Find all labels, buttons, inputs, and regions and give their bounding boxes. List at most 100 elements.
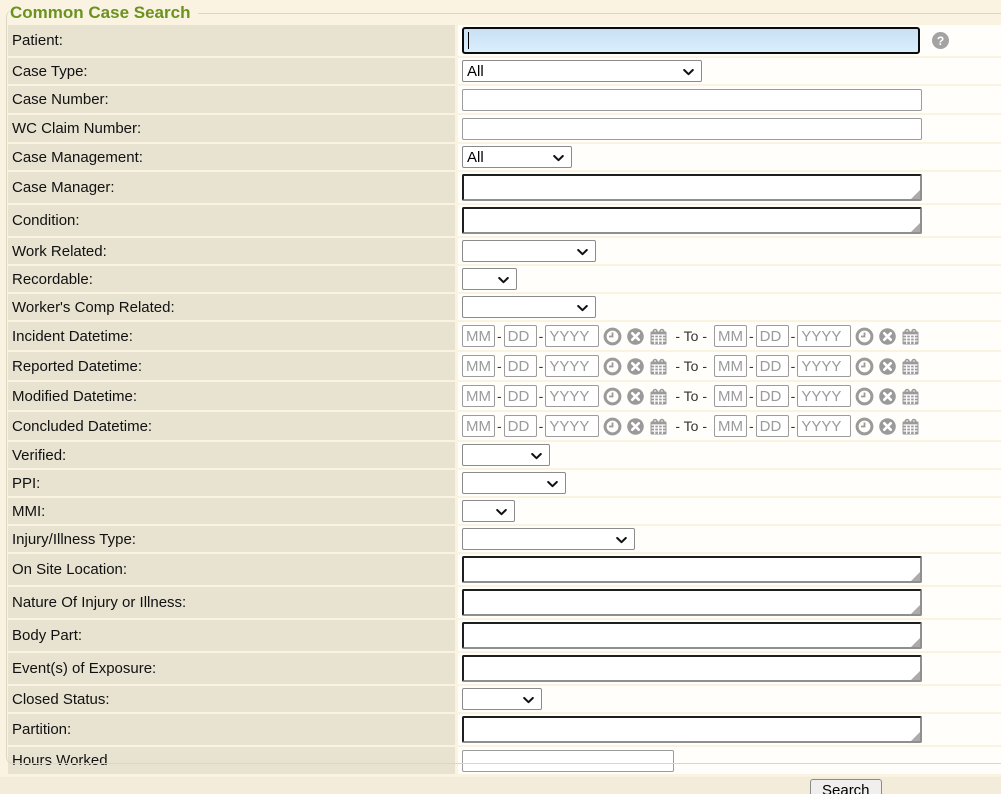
- case-type-select[interactable]: All: [462, 60, 702, 82]
- clear-icon[interactable]: [878, 327, 897, 346]
- nature-of-injury-or-illness-textarea[interactable]: [462, 589, 922, 616]
- wc-claim-number-input[interactable]: [462, 118, 922, 140]
- date-separator: -: [539, 418, 544, 434]
- clear-icon[interactable]: [626, 417, 645, 436]
- field-label-case-management: Case Management:: [8, 144, 455, 170]
- reported-datetime-to-year-input[interactable]: [797, 355, 851, 377]
- incident-datetime-to-year-input[interactable]: [797, 325, 851, 347]
- reported-datetime-to-month-input[interactable]: [714, 355, 747, 377]
- concluded-datetime-to-year-input[interactable]: [797, 415, 851, 437]
- field-control-partition: [458, 714, 1001, 745]
- search-button[interactable]: Search: [810, 779, 882, 794]
- field-control-wc-claim-number: [458, 115, 1001, 142]
- body-part-textarea[interactable]: [462, 622, 922, 649]
- event-s-of-exposure-textarea[interactable]: [462, 655, 922, 682]
- concluded-datetime-from-year-input[interactable]: [545, 415, 599, 437]
- clear-icon[interactable]: [878, 387, 897, 406]
- form-row-reported-datetime: Reported Datetime:--- To ---: [8, 352, 1001, 380]
- time-icon[interactable]: [855, 357, 874, 376]
- partition-textarea[interactable]: [462, 716, 922, 743]
- incident-datetime-to-day-input[interactable]: [756, 325, 789, 347]
- date-separator: -: [539, 388, 544, 404]
- clear-icon[interactable]: [626, 387, 645, 406]
- time-icon[interactable]: [855, 387, 874, 406]
- common-case-search-panel: Common Case Search Patient:?Case Type:Al…: [0, 0, 1001, 792]
- field-label-case-manager: Case Manager:: [8, 172, 455, 203]
- field-control-hours-worked: [458, 747, 1001, 774]
- page-title: Common Case Search: [10, 3, 198, 23]
- date-separator: -: [497, 358, 502, 374]
- calendar-icon[interactable]: [649, 417, 668, 436]
- closed-status-select[interactable]: [462, 688, 542, 710]
- field-label-incident-datetime: Incident Datetime:: [8, 322, 455, 350]
- form-row-concluded-datetime: Concluded Datetime:--- To ---: [8, 412, 1001, 440]
- case-number-input[interactable]: [462, 89, 922, 111]
- field-control-case-manager: [458, 172, 1001, 203]
- field-label-condition: Condition:: [8, 205, 455, 236]
- incident-datetime-to-month-input[interactable]: [714, 325, 747, 347]
- concluded-datetime-from-day-input[interactable]: [504, 415, 537, 437]
- field-label-injury-illness-type: Injury/Illness Type:: [8, 526, 455, 552]
- concluded-datetime-to-month-input[interactable]: [714, 415, 747, 437]
- reported-datetime-from-day-input[interactable]: [504, 355, 537, 377]
- modified-datetime-to-year-input[interactable]: [797, 385, 851, 407]
- clear-icon[interactable]: [626, 327, 645, 346]
- incident-datetime-from-month-input[interactable]: [462, 325, 495, 347]
- incident-datetime-range: --- To ---: [462, 325, 920, 347]
- time-icon[interactable]: [603, 327, 622, 346]
- calendar-icon[interactable]: [901, 357, 920, 376]
- calendar-icon[interactable]: [649, 357, 668, 376]
- field-label-case-type: Case Type:: [8, 58, 455, 84]
- hours-worked-input[interactable]: [462, 750, 674, 772]
- recordable-select[interactable]: [462, 268, 517, 290]
- patient-input[interactable]: [462, 27, 920, 54]
- case-manager-textarea[interactable]: [462, 174, 922, 201]
- modified-datetime-from-month-input[interactable]: [462, 385, 495, 407]
- ppi-select[interactable]: [462, 472, 566, 494]
- clear-icon[interactable]: [878, 417, 897, 436]
- reported-datetime-from-month-input[interactable]: [462, 355, 495, 377]
- date-separator: -: [791, 328, 796, 344]
- incident-datetime-from-year-input[interactable]: [545, 325, 599, 347]
- modified-datetime-to-month-input[interactable]: [714, 385, 747, 407]
- work-related-select[interactable]: [462, 240, 596, 262]
- field-control-body-part: [458, 620, 1001, 651]
- form-row-closed-status: Closed Status:: [8, 686, 1001, 712]
- modified-datetime-to-day-input[interactable]: [756, 385, 789, 407]
- case-management-select[interactable]: All: [462, 146, 572, 168]
- date-separator: -: [497, 328, 502, 344]
- calendar-icon[interactable]: [649, 327, 668, 346]
- reported-datetime-from-year-input[interactable]: [545, 355, 599, 377]
- mmi-select[interactable]: [462, 500, 515, 522]
- modified-datetime-from-day-input[interactable]: [504, 385, 537, 407]
- calendar-icon[interactable]: [901, 387, 920, 406]
- text-caret: [468, 32, 469, 49]
- help-icon[interactable]: ?: [932, 32, 949, 49]
- clear-icon[interactable]: [626, 357, 645, 376]
- verified-select[interactable]: [462, 444, 550, 466]
- field-control-closed-status: [458, 686, 1001, 712]
- time-icon[interactable]: [603, 417, 622, 436]
- calendar-icon[interactable]: [901, 327, 920, 346]
- calendar-icon[interactable]: [901, 417, 920, 436]
- concluded-datetime-from-month-input[interactable]: [462, 415, 495, 437]
- form-row-event-s-of-exposure: Event(s) of Exposure:: [8, 653, 1001, 684]
- time-icon[interactable]: [855, 327, 874, 346]
- calendar-icon[interactable]: [649, 387, 668, 406]
- time-icon[interactable]: [603, 357, 622, 376]
- form-row-case-management: Case Management: All: [8, 144, 1001, 170]
- concluded-datetime-to-day-input[interactable]: [756, 415, 789, 437]
- time-icon[interactable]: [855, 417, 874, 436]
- time-icon[interactable]: [603, 387, 622, 406]
- worker-s-comp-related-select[interactable]: [462, 296, 596, 318]
- modified-datetime-from-year-input[interactable]: [545, 385, 599, 407]
- date-separator: -: [791, 358, 796, 374]
- condition-textarea[interactable]: [462, 207, 922, 234]
- clear-icon[interactable]: [878, 357, 897, 376]
- on-site-location-textarea[interactable]: [462, 556, 922, 583]
- field-control-case-number: [458, 86, 1001, 113]
- date-separator: -: [791, 418, 796, 434]
- reported-datetime-to-day-input[interactable]: [756, 355, 789, 377]
- injury-illness-type-select[interactable]: [462, 528, 635, 550]
- incident-datetime-from-day-input[interactable]: [504, 325, 537, 347]
